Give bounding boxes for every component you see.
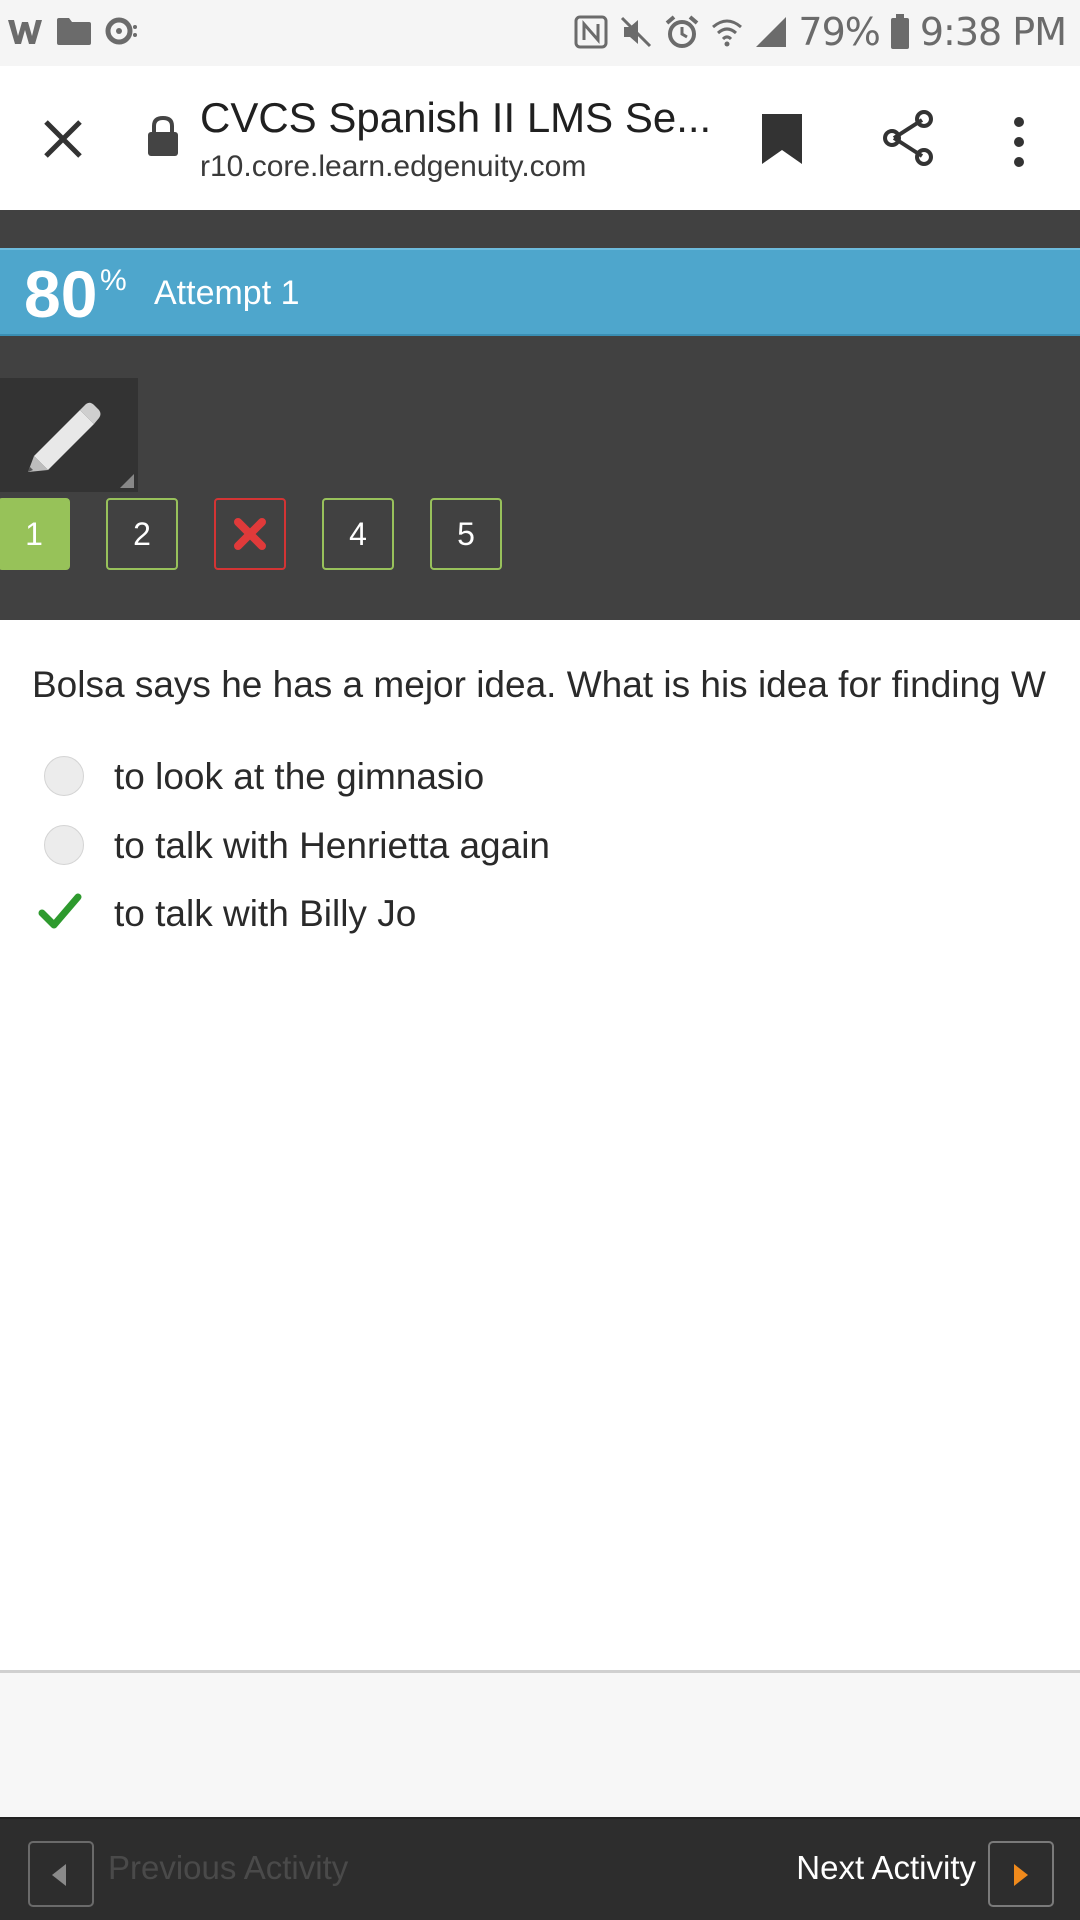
page-title[interactable]: CVCS Spanish II LMS Se... — [200, 94, 711, 142]
url-text[interactable]: r10.core.learn.edgenuity.com — [200, 150, 586, 184]
pencil-icon — [28, 402, 101, 472]
correct-check-icon — [38, 893, 82, 929]
pencil-tool-button[interactable] — [0, 378, 138, 492]
question-nav: 1 2 4 5 — [0, 498, 600, 570]
more-options-icon[interactable] — [1004, 112, 1034, 172]
score-percent-sign: % — [100, 264, 127, 297]
lower-panel — [0, 1673, 1080, 1817]
w-app-icon — [8, 20, 42, 44]
radio-button[interactable] — [44, 756, 84, 796]
lock-icon — [148, 115, 178, 156]
tool-menu-indicator — [120, 474, 134, 488]
answer-option[interactable]: to talk with Billy Jo — [0, 885, 1080, 945]
score-value: 80 — [24, 257, 98, 331]
answer-option-label: to talk with Billy Jo — [114, 893, 417, 934]
status-icons-right: 79% 9:38 PM — [574, 10, 1067, 54]
question-text: Bolsa says he has a mejor idea. What is … — [32, 664, 1046, 705]
signal-icon — [756, 17, 787, 47]
bookmark-icon[interactable] — [760, 112, 804, 166]
score-bar: 80 % Attempt 1 — [0, 248, 1080, 336]
attempt-label: Attempt 1 — [154, 274, 300, 312]
answer-option-label: to talk with Henrietta again — [114, 825, 551, 866]
mute-icon — [621, 16, 652, 48]
previous-activity-label[interactable]: Previous Activity — [108, 1849, 348, 1887]
question-3-button[interactable] — [214, 498, 286, 570]
status-bar: 79% 9:38 PM — [0, 0, 1080, 66]
question-5-button[interactable]: 5 — [430, 498, 502, 570]
battery-icon — [890, 14, 909, 49]
activity-footer: Previous Activity Next Activity — [0, 1817, 1080, 1920]
page: 79% 9:38 PM CVCS Spanish II LMS Se... r1… — [0, 0, 1080, 1920]
arrow-left-icon — [52, 1864, 66, 1886]
answer-option[interactable]: to talk with Henrietta again — [0, 817, 1080, 877]
alarm-icon — [666, 15, 699, 48]
answer-option-label: to look at the gimnasio — [114, 756, 485, 797]
share-icon[interactable] — [878, 108, 938, 168]
question-2-button[interactable]: 2 — [106, 498, 178, 570]
browser-toolbar: CVCS Spanish II LMS Se... r10.core.learn… — [0, 66, 1080, 210]
sync-icon — [105, 17, 137, 45]
question-4-button[interactable]: 4 — [322, 498, 394, 570]
radio-button[interactable] — [44, 825, 84, 865]
question-1-button[interactable]: 1 — [0, 498, 70, 570]
arrow-right-icon — [1014, 1864, 1028, 1886]
folder-icon — [57, 18, 91, 45]
incorrect-x-icon — [234, 518, 266, 550]
next-activity-button[interactable] — [988, 1841, 1054, 1907]
close-icon[interactable] — [36, 112, 90, 166]
wifi-icon — [712, 19, 743, 47]
status-icons-left — [6, 14, 140, 48]
answer-option[interactable]: to look at the gimnasio — [0, 748, 1080, 808]
clock: 9:38 PM — [919, 10, 1067, 54]
nfc-icon — [574, 15, 608, 49]
quiz-header: 80 % Attempt 1 1 2 4 5 — [0, 210, 1080, 620]
next-activity-label[interactable]: Next Activity — [796, 1849, 976, 1887]
battery-percent: 79% — [798, 10, 880, 54]
previous-activity-button[interactable] — [28, 1841, 94, 1907]
